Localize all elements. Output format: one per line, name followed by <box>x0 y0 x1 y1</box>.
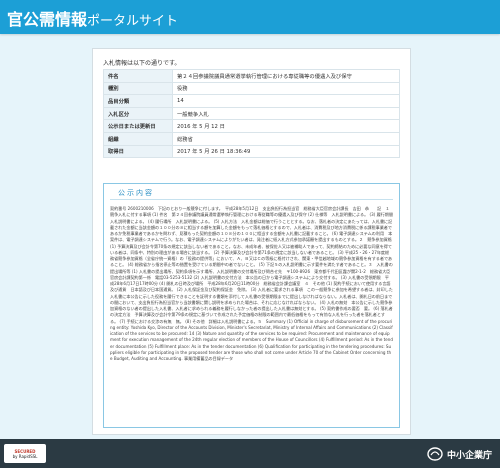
row-value: 総務省 <box>172 131 400 146</box>
header-bar: 官公需情報ポータルサイト <box>0 0 500 34</box>
row-value: 2016 年 5 月 12 日 <box>172 119 400 133</box>
agency-brand[interactable]: 中小企業庁 <box>427 447 492 461</box>
row-label: 取得日 <box>103 144 173 159</box>
seal-text: SECURED by RapidSSL <box>13 449 38 459</box>
row-label: 入札区分 <box>103 106 173 121</box>
row-value: 一般競争入札 <box>172 106 400 121</box>
table-row: 組織 総務省 <box>103 131 400 146</box>
row-value: 2017 年 5 月 26 日 18:36:49 <box>172 144 400 159</box>
row-value: 第２４回参議院議員通常選挙執行管理における専従職等の優遇入及び保守 <box>172 69 400 83</box>
row-label: 件名 <box>103 69 173 83</box>
divider <box>110 199 393 200</box>
bid-detail-card: 入札情報は以下の通りです。 件名 第２４回参議院議員通常選挙執行管理における専従… <box>92 48 411 435</box>
site-title[interactable]: 官公需情報ポータルサイト <box>7 6 178 30</box>
seal-line1: SECURED <box>14 448 36 454</box>
row-value: 役務 <box>172 81 400 96</box>
notice-panel: 公示内容 契約番号 2600210006 下記のとおり一般競争に付します。 平成… <box>103 183 400 428</box>
bid-info-table: 件名 第２４回参議院議員通常選挙執行管理における専従職等の優遇入及び保守 種別 … <box>103 69 400 159</box>
notice-title: 公示内容 <box>118 189 154 197</box>
row-label: 公示日または更新日 <box>103 119 173 133</box>
table-row: 種別 役務 <box>103 81 400 96</box>
site-title-sub: ポータルサイト <box>87 14 179 29</box>
table-row: 公示日または更新日 2016 年 5 月 12 日 <box>103 119 400 133</box>
row-value: 14 <box>172 94 400 108</box>
seal-line2: by RapidSSL <box>12 453 38 459</box>
table-row: 入札区分 一般競争入札 <box>103 106 400 121</box>
table-row: 取得日 2017 年 5 月 26 日 18:36:49 <box>103 144 400 159</box>
site-title-main: 官公需情報 <box>7 10 88 29</box>
agency-logo-icon <box>427 447 443 461</box>
notice-body: 契約番号 2600210006 下記のとおり一般競争に付します。 平成28年5月… <box>110 206 393 361</box>
row-label: 組織 <box>103 131 173 146</box>
row-label: 種別 <box>103 81 173 96</box>
footer-bar: SECURED by RapidSSL 中小企業庁 <box>0 439 500 468</box>
agency-name: 中小企業庁 <box>446 450 492 461</box>
intro-text: 入札情報は以下の通りです。 <box>103 60 181 67</box>
table-row: 品目分類 14 <box>103 94 400 108</box>
table-row: 件名 第２４回参議院議員通常選挙執行管理における専従職等の優遇入及び保守 <box>103 69 400 83</box>
row-label: 品目分類 <box>103 94 173 108</box>
ssl-seal[interactable]: SECURED by RapidSSL <box>4 444 46 463</box>
